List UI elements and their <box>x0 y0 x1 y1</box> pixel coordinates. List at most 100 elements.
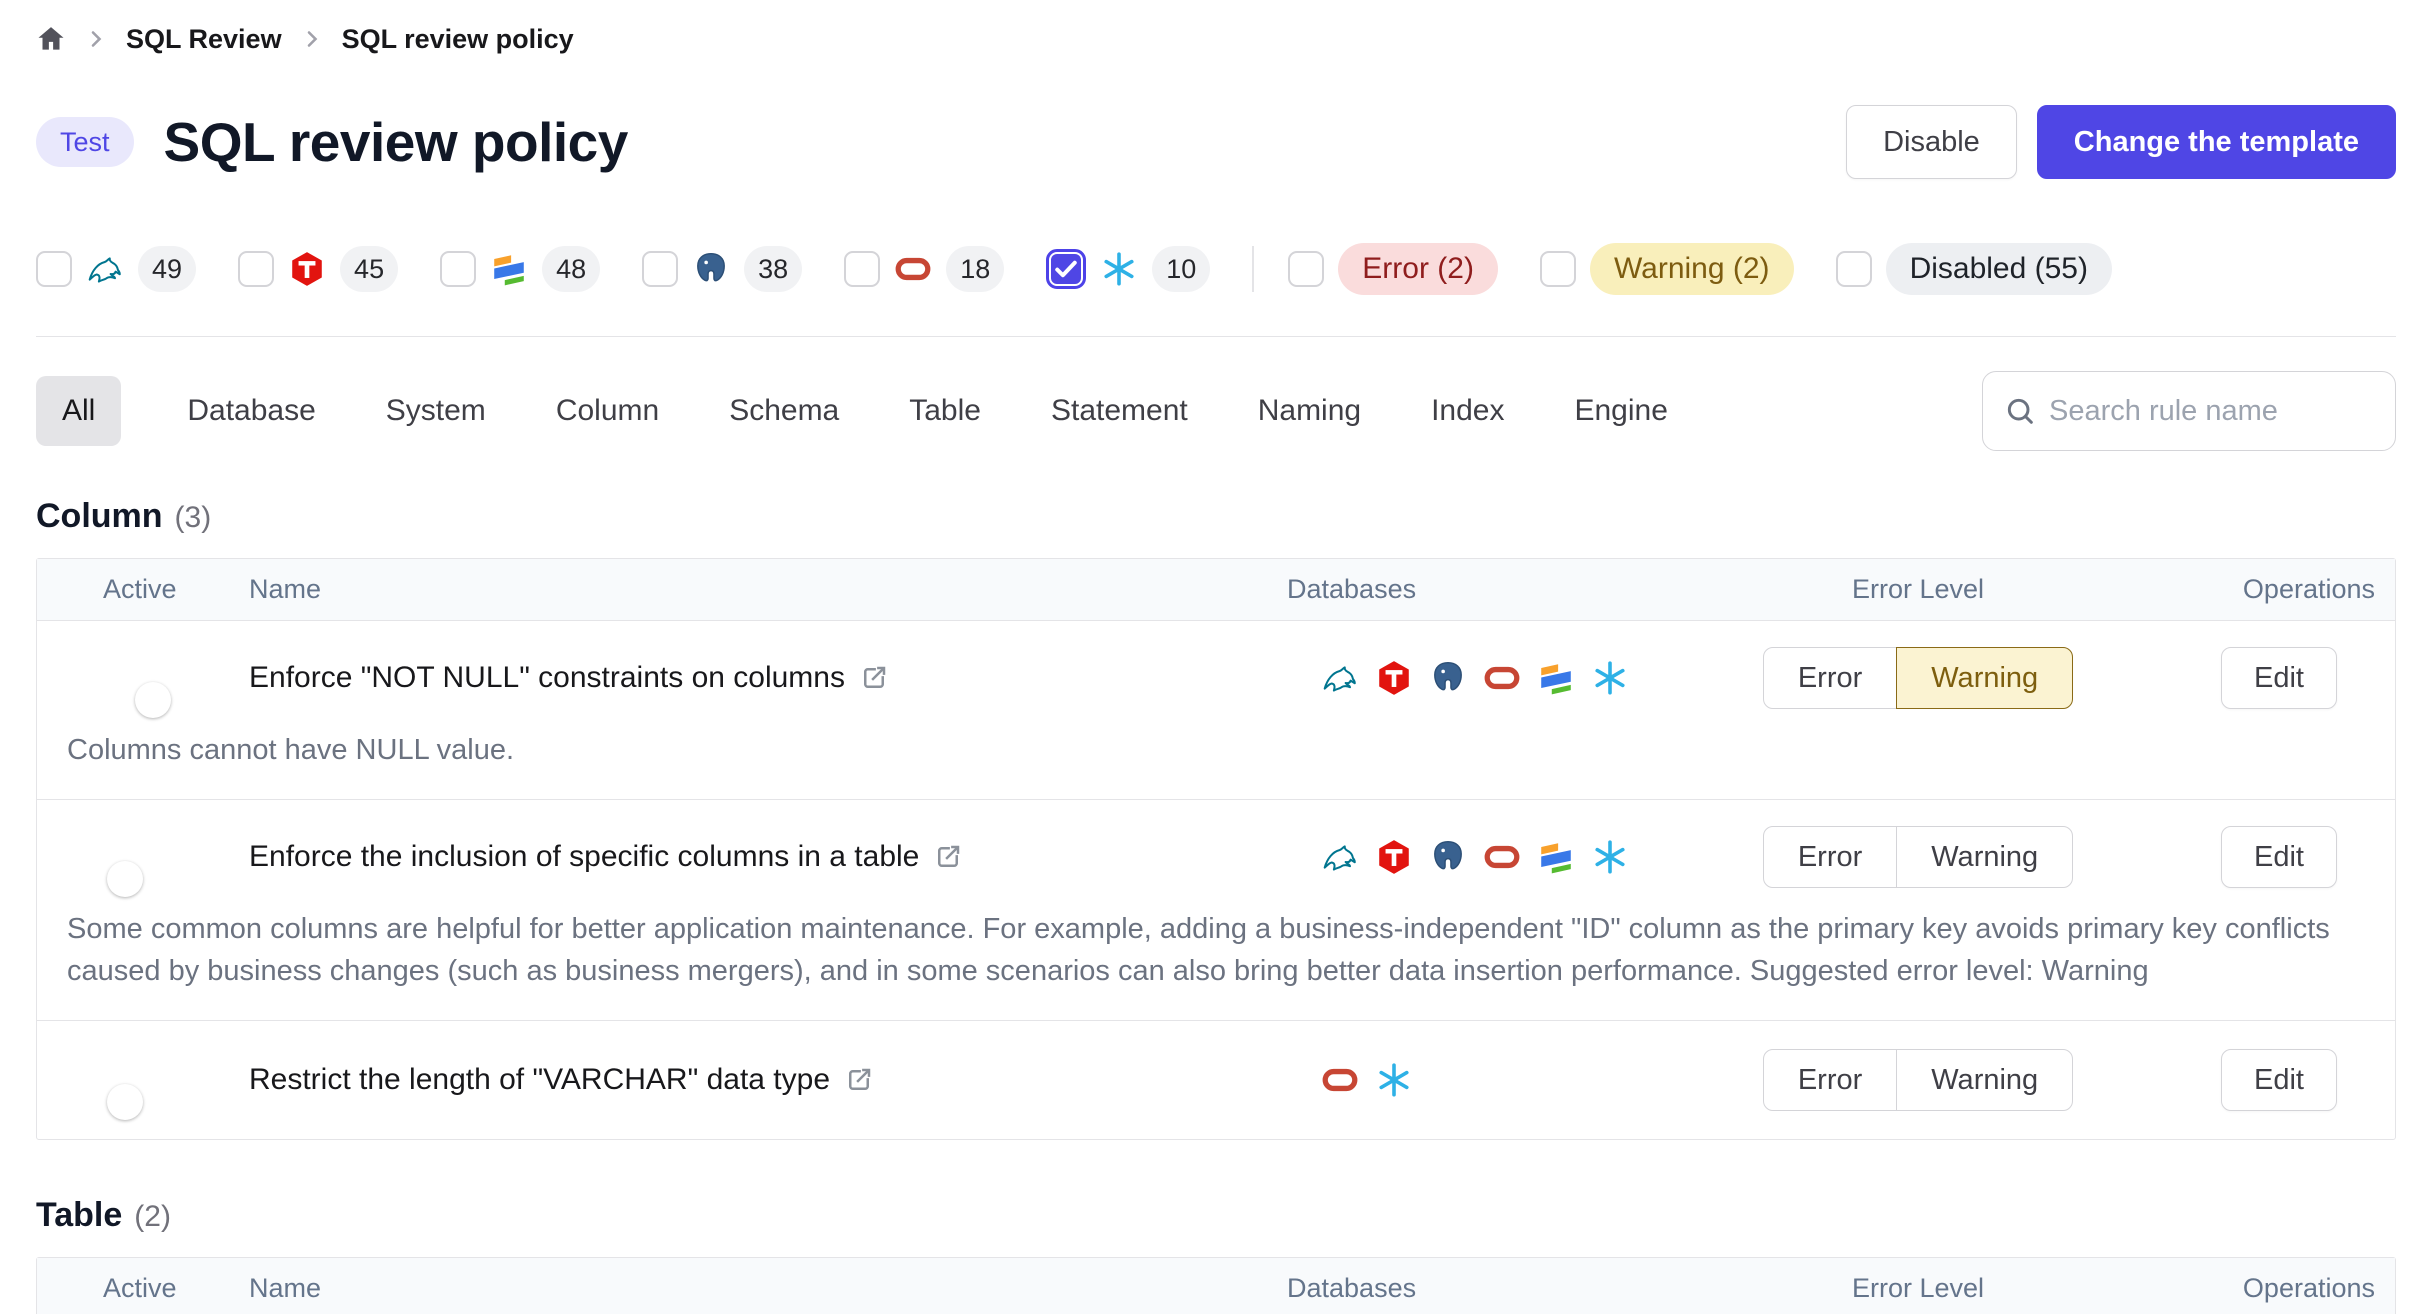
tab-index[interactable]: Index <box>1427 394 1508 428</box>
breadcrumb-sql-review[interactable]: SQL Review <box>126 24 282 55</box>
mysql-icon <box>1321 659 1359 697</box>
edit-button[interactable]: Edit <box>2221 826 2337 888</box>
mysql-icon <box>86 250 124 288</box>
filter-engine-oceanbase[interactable]: 48 <box>440 246 600 292</box>
filter-engine-oracle[interactable]: 18 <box>844 246 1004 292</box>
error-level-warning-button[interactable]: Warning <box>1896 826 2073 888</box>
disabled-count-pill[interactable]: Disabled (55) <box>1886 243 2112 295</box>
disable-button[interactable]: Disable <box>1846 105 2017 179</box>
snowflake-icon <box>1591 838 1629 876</box>
edit-button[interactable]: Edit <box>2221 1049 2337 1111</box>
tab-schema[interactable]: Schema <box>725 394 843 428</box>
tab-table[interactable]: Table <box>905 394 985 428</box>
warning-count-pill[interactable]: Warning (2) <box>1590 243 1794 295</box>
divider <box>1252 246 1254 292</box>
section-heading-table: Table (2) <box>36 1196 2396 1235</box>
change-template-button[interactable]: Change the template <box>2037 105 2396 179</box>
tab-naming[interactable]: Naming <box>1254 394 1365 428</box>
rule-databases <box>1283 838 1673 876</box>
page-title: SQL review policy <box>164 110 628 174</box>
table-header: Active Name Databases Error Level Operat… <box>37 559 2395 621</box>
tab-column[interactable]: Column <box>552 394 663 428</box>
mysql-icon <box>1321 838 1359 876</box>
rules-table-table: Active Name Databases Error Level Operat… <box>36 1257 2396 1314</box>
col-header-error-level: Error Level <box>1673 574 2163 605</box>
snowflake-icon <box>1100 250 1138 288</box>
rule-description: Some common columns are helpful for bett… <box>37 898 2395 1020</box>
error-level-warning-button[interactable]: Warning <box>1896 1049 2073 1111</box>
snowflake-icon <box>1375 1061 1413 1099</box>
checkbox[interactable] <box>1288 251 1324 287</box>
table-row: Enforce "NOT NULL" constraints on column… <box>37 621 2395 800</box>
oracle-icon <box>894 250 932 288</box>
engine-count-badge: 48 <box>542 246 600 292</box>
oracle-icon <box>1321 1061 1359 1099</box>
error-level-toggle: Error Warning <box>1763 647 2073 709</box>
chevron-right-icon <box>300 27 324 51</box>
tab-system[interactable]: System <box>382 394 490 428</box>
breadcrumb-sql-review-policy[interactable]: SQL review policy <box>342 24 574 55</box>
checkbox[interactable] <box>642 251 678 287</box>
oceanbase-icon <box>1537 838 1575 876</box>
filter-bar: 49 45 48 38 18 10 Er <box>36 240 2396 298</box>
edit-button[interactable]: Edit <box>2221 647 2337 709</box>
checkbox[interactable] <box>1046 249 1086 289</box>
rules-table-column: Active Name Databases Error Level Operat… <box>36 558 2396 1140</box>
snowflake-icon <box>1591 659 1629 697</box>
col-header-databases: Databases <box>1283 1273 1673 1304</box>
table-row: Restrict the length of "VARCHAR" data ty… <box>37 1021 2395 1139</box>
error-count-pill[interactable]: Error (2) <box>1338 243 1498 295</box>
external-link-icon[interactable] <box>859 663 889 693</box>
external-link-icon[interactable] <box>933 842 963 872</box>
filter-engine-mysql[interactable]: 49 <box>36 246 196 292</box>
section-count: (2) <box>134 1200 171 1234</box>
oracle-icon <box>1483 659 1521 697</box>
page-header: Test SQL review policy Disable Change th… <box>36 94 2396 190</box>
filter-level-warning[interactable]: Warning (2) <box>1540 243 1794 295</box>
chevron-right-icon <box>84 27 108 51</box>
table-header: Active Name Databases Error Level Operat… <box>37 1258 2395 1314</box>
postgres-icon <box>692 250 730 288</box>
oceanbase-icon <box>490 250 528 288</box>
external-link-icon[interactable] <box>844 1065 874 1095</box>
filter-engine-postgres[interactable]: 38 <box>642 246 802 292</box>
col-header-operations: Operations <box>2163 1273 2395 1304</box>
engine-count-badge: 49 <box>138 246 196 292</box>
rule-databases <box>1283 659 1673 697</box>
error-level-warning-button[interactable]: Warning <box>1896 647 2073 709</box>
col-header-error-level: Error Level <box>1673 1273 2163 1304</box>
error-level-error-button[interactable]: Error <box>1763 647 1897 709</box>
oracle-icon <box>1483 838 1521 876</box>
section-title: Column <box>36 497 163 536</box>
filter-level-disabled[interactable]: Disabled (55) <box>1836 243 2112 295</box>
checkbox[interactable] <box>844 251 880 287</box>
rule-name: Enforce the inclusion of specific column… <box>249 840 919 874</box>
tidb-icon <box>288 250 326 288</box>
filter-engine-tidb[interactable]: 45 <box>238 246 398 292</box>
tab-all[interactable]: All <box>36 376 121 446</box>
checkbox[interactable] <box>238 251 274 287</box>
section-count: (3) <box>175 501 212 535</box>
search-input[interactable] <box>1982 371 2396 451</box>
error-level-toggle: Error Warning <box>1763 826 2073 888</box>
engine-count-badge: 18 <box>946 246 1004 292</box>
col-header-active: Active <box>37 1273 249 1304</box>
filter-level-error[interactable]: Error (2) <box>1288 243 1498 295</box>
error-level-toggle: Error Warning <box>1763 1049 2073 1111</box>
postgres-icon <box>1429 838 1467 876</box>
tab-database[interactable]: Database <box>183 394 319 428</box>
checkbox[interactable] <box>36 251 72 287</box>
filter-engine-snowflake[interactable]: 10 <box>1046 246 1210 292</box>
rule-name: Enforce "NOT NULL" constraints on column… <box>249 661 845 695</box>
error-level-error-button[interactable]: Error <box>1763 826 1897 888</box>
tab-statement[interactable]: Statement <box>1047 394 1192 428</box>
error-level-error-button[interactable]: Error <box>1763 1049 1897 1111</box>
engine-count-badge: 45 <box>340 246 398 292</box>
checkbox[interactable] <box>1836 251 1872 287</box>
search-icon <box>2004 395 2036 427</box>
checkbox[interactable] <box>440 251 476 287</box>
home-icon[interactable] <box>36 24 66 54</box>
checkbox[interactable] <box>1540 251 1576 287</box>
tab-engine[interactable]: Engine <box>1570 394 1671 428</box>
environment-badge: Test <box>36 117 134 167</box>
